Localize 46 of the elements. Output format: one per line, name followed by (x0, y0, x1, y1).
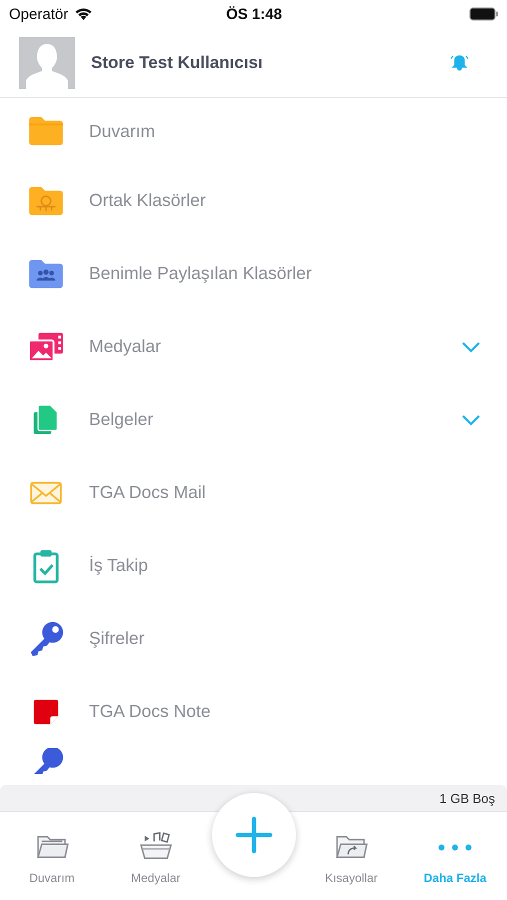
notification-bell-icon[interactable] (450, 54, 469, 71)
menu-item[interactable]: TGA Docs Note (0, 675, 507, 748)
menu-item[interactable]: İş Takip (0, 529, 507, 602)
menu-item-label: Belgeler (89, 409, 154, 430)
note-icon (32, 698, 60, 726)
menu-item[interactable]: Medyalar (0, 310, 507, 383)
menu-item[interactable]: Benimle Paylaşılan Klasörler (0, 237, 507, 310)
folder-icon (34, 834, 69, 860)
menu-item-label: Duvarım (89, 120, 156, 142)
carrier-name: Operatör (9, 6, 68, 22)
storage-free-text: 1 GB Boş (439, 790, 495, 806)
documents-icon (32, 404, 60, 436)
menu-item-label: TGA Docs Note (89, 701, 212, 722)
menu-item-label: Medyalar (89, 336, 162, 357)
more-icon (437, 842, 474, 852)
menu-item[interactable]: Belgeler (0, 383, 507, 456)
avatar-placeholder[interactable] (19, 36, 75, 88)
menu-item-label: TGA Docs Mail (89, 482, 207, 503)
tab[interactable]: Kısayollar (299, 812, 404, 900)
chevron-down-icon[interactable] (461, 340, 481, 352)
clock-time: ÖS 1:48 (226, 6, 282, 22)
menu-item-label: Ortak Klasörler (89, 190, 207, 211)
tab[interactable]: Daha Fazla (403, 812, 507, 900)
media-icon (27, 330, 65, 362)
user-name: Store Test Kullanıcısı (91, 52, 264, 72)
clipboard-icon (32, 548, 60, 584)
menu-item[interactable]: Ortak Klasörler (0, 164, 507, 237)
menu-item-label: Şifreler (89, 628, 146, 649)
chevron-down-icon[interactable] (461, 414, 481, 426)
menu-item-label: İş Takip (89, 555, 150, 576)
menu-item[interactable]: Şifreler (0, 602, 507, 675)
add-icon (235, 816, 273, 854)
add-button[interactable] (212, 793, 296, 877)
media-basket-icon (138, 832, 173, 862)
menu-item-label: Benimle Paylaşılan Klasörler (89, 263, 313, 284)
tab[interactable]: Duvarım (0, 812, 104, 900)
wifi-icon (74, 7, 94, 21)
menu-item[interactable]: Duvarım (0, 98, 507, 164)
shortcut-folder-icon (334, 834, 368, 860)
folder-icon (27, 116, 65, 146)
tab[interactable]: Medyalar (104, 812, 208, 900)
group-folder-icon (27, 258, 65, 288)
shared-folder-icon (27, 186, 65, 216)
envelope-icon (29, 480, 63, 506)
menu-item[interactable]: TGA Docs Mail (0, 456, 507, 529)
battery-icon (469, 7, 499, 21)
